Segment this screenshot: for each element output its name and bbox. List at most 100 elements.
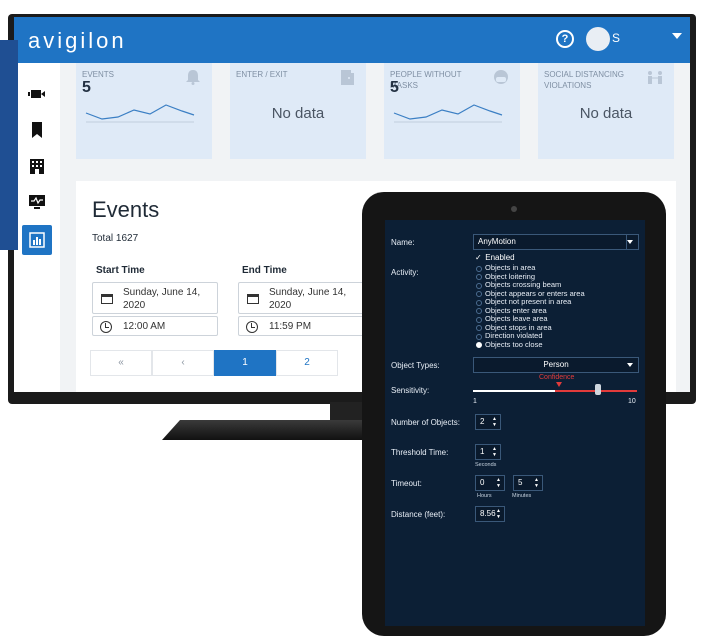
name-select-value: AnyMotion — [478, 237, 516, 246]
user-name[interactable]: S — [612, 31, 620, 45]
social-distancing-card[interactable]: SOCIAL DISTANCING VIOLATIONS No data — [538, 63, 674, 159]
chevron-down-icon — [627, 240, 633, 244]
enter-exit-card[interactable]: ENTER / EXIT No data — [230, 63, 366, 159]
timeout-hours-stepper[interactable]: 0 ▲ ▼ — [475, 475, 505, 491]
rule-settings-screen: Name: AnyMotion ✓ Enabled Activity: Obje… — [385, 220, 645, 626]
start-time-picker[interactable]: 12:00 AM — [92, 316, 218, 336]
slider-max-label: 10 — [628, 398, 636, 405]
radio-button[interactable] — [476, 282, 482, 289]
stepper-value: 2 — [480, 417, 485, 426]
calendar-icon — [101, 294, 113, 304]
radio-button[interactable] — [476, 333, 482, 340]
confidence-marker — [556, 382, 562, 387]
camera-icon[interactable] — [28, 85, 46, 103]
previous-page-button[interactable]: ‹ — [152, 350, 214, 376]
end-time-label: End Time — [242, 265, 287, 276]
card-no-data: No data — [271, 105, 325, 122]
bell-icon — [186, 70, 200, 85]
confidence-label: Confidence — [539, 374, 575, 381]
card-value: 5 — [82, 79, 91, 96]
card-value: 5 — [390, 79, 399, 96]
start-date-picker[interactable]: Sunday, June 14, 2020 — [92, 282, 218, 314]
user-avatar[interactable] — [586, 27, 610, 51]
radio-button[interactable] — [476, 316, 482, 323]
activity-option-selected[interactable]: Objects too close — [475, 339, 645, 350]
stepper-value: 5 — [518, 478, 523, 487]
decrement-icon[interactable]: ▼ — [534, 484, 539, 489]
analytics-icon[interactable] — [22, 225, 52, 255]
start-time-value: 12:00 AM — [123, 321, 166, 332]
pagination: « ‹ 1 2 — [90, 350, 390, 376]
sidebar — [14, 63, 60, 392]
activity-option-label: Objects too close — [485, 339, 543, 349]
radio-button[interactable] — [476, 308, 482, 314]
end-date-picker[interactable]: Sunday, June 14, 2020 — [238, 282, 364, 314]
name-select[interactable]: AnyMotion — [473, 234, 639, 250]
chevron-down-icon — [627, 363, 633, 367]
sensitivity-label: Sensitivity: — [391, 386, 430, 395]
people-without-masks-card[interactable]: PEOPLE WITHOUT MASKS 5 — [384, 63, 520, 159]
timeout-minutes-stepper[interactable]: 5 ▲ ▼ — [513, 475, 543, 491]
card-title: EVENTS — [82, 70, 115, 79]
threshold-time-stepper[interactable]: 1 ▲ ▼ — [475, 444, 501, 460]
end-time-picker[interactable]: 11:59 PM — [238, 316, 364, 336]
help-icon[interactable]: ? — [556, 30, 574, 48]
object-types-label: Object Types: — [391, 361, 440, 370]
distance-label: Distance (feet): — [391, 510, 446, 519]
name-label: Name: — [391, 238, 415, 247]
face-mask-icon — [494, 70, 508, 84]
radio-button[interactable] — [476, 299, 482, 306]
first-page-button[interactable]: « — [90, 350, 152, 376]
decorative-accent — [0, 40, 18, 250]
radio-button-selected[interactable] — [476, 342, 482, 348]
activity-radio-group: Objects in area Object loitering Objects… — [475, 263, 645, 350]
decrement-icon[interactable]: ▼ — [496, 515, 501, 520]
number-of-objects-label: Number of Objects: — [391, 418, 460, 427]
card-no-data: No data — [579, 105, 633, 122]
radio-button[interactable] — [476, 291, 482, 297]
name-select-toggle[interactable] — [626, 235, 638, 249]
number-of-objects-stepper[interactable]: 2 ▲ ▼ — [475, 414, 501, 430]
clock-icon — [100, 321, 112, 333]
tablet-device: Name: AnyMotion ✓ Enabled Activity: Obje… — [362, 192, 666, 636]
page-button-2[interactable]: 2 — [276, 350, 338, 376]
people-distance-icon — [648, 71, 662, 84]
stepper-value: 8.56 — [480, 509, 496, 518]
distance-stepper[interactable]: 8.56 ▲ ▼ — [475, 506, 505, 522]
activity-label: Activity: — [391, 268, 419, 277]
enabled-checkbox[interactable]: ✓ Enabled — [475, 253, 515, 262]
card-title: SOCIAL DISTANCING VIOLATIONS — [544, 70, 625, 90]
sensitivity-slider-handle[interactable] — [595, 384, 601, 395]
start-time-label: Start Time — [96, 265, 145, 276]
page-button-1[interactable]: 1 — [214, 350, 276, 376]
chevron-down-icon[interactable] — [672, 33, 682, 39]
radio-button[interactable] — [476, 274, 482, 280]
timeout-label: Timeout: — [391, 479, 422, 488]
bookmark-icon[interactable] — [28, 121, 46, 139]
top-navigation-bar: avigilon ? S — [14, 17, 690, 63]
object-types-value: Person — [543, 360, 569, 369]
stepper-value: 1 — [480, 447, 485, 456]
decrement-icon[interactable]: ▼ — [496, 484, 501, 489]
decrement-icon[interactable]: ▼ — [492, 453, 497, 458]
monitor-icon[interactable] — [28, 193, 46, 211]
check-icon: ✓ — [475, 253, 482, 262]
end-date-value: Sunday, June 14, 2020 — [269, 287, 347, 311]
marketing-composite: avigilon ? S EVENTS 5 ENTER / EXIT No da… — [0, 0, 703, 636]
end-time-value: 11:59 PM — [269, 321, 312, 332]
object-types-select[interactable]: Person — [473, 357, 639, 373]
page-title: Events — [92, 197, 160, 222]
events-card[interactable]: EVENTS 5 — [76, 63, 212, 159]
card-title: ENTER / EXIT — [236, 70, 288, 79]
hours-unit-label: Hours — [477, 493, 492, 499]
clock-icon — [246, 321, 258, 333]
threshold-time-label: Threshold Time: — [391, 448, 449, 457]
minutes-unit-label: Minutes — [512, 493, 532, 499]
radio-button[interactable] — [476, 265, 482, 272]
building-icon[interactable] — [28, 157, 46, 175]
decrement-icon[interactable]: ▼ — [492, 423, 497, 428]
masks-sparkline — [393, 104, 503, 123]
start-date-value: Sunday, June 14, 2020 — [123, 287, 201, 311]
card-title: PEOPLE WITHOUT MASKS — [390, 70, 462, 90]
radio-button[interactable] — [476, 325, 482, 331]
